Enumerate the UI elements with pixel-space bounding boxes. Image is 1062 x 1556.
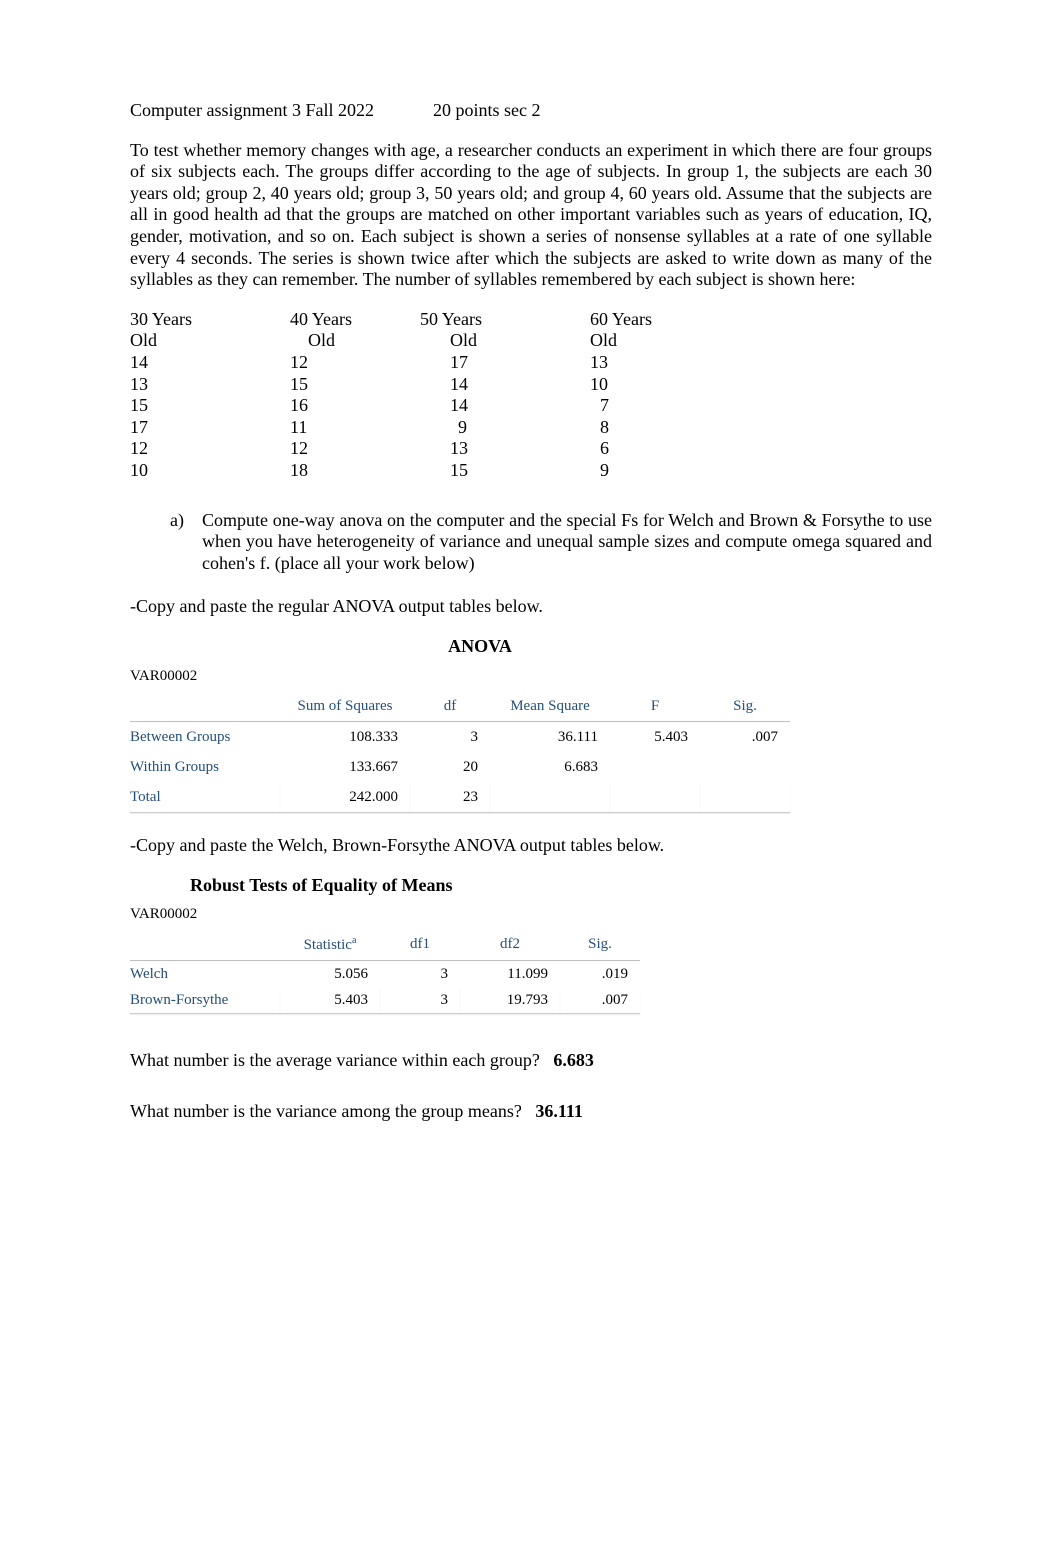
col-header: 50 Years	[420, 309, 590, 331]
col-header	[130, 929, 280, 961]
col-header: Old	[130, 330, 290, 352]
answer-value: 6.683	[553, 1050, 594, 1070]
document-title: Computer assignment 3 Fall 2022 20 point…	[130, 100, 932, 122]
question-a-text: Compute one-way anova on the computer an…	[202, 510, 932, 575]
anova-heading: ANOVA	[130, 636, 830, 658]
list-marker: a)	[170, 510, 202, 575]
table-row: 14121713	[130, 352, 710, 374]
question-1: What number is the average variance with…	[130, 1050, 932, 1072]
intro-paragraph: To test whether memory changes with age,…	[130, 140, 932, 291]
col-header: Old	[420, 330, 590, 352]
robust-table: Statistica df1 df2 Sig. Welch 5.056 3 11…	[130, 929, 640, 1014]
col-header: Old	[590, 330, 710, 352]
raw-data-table: 30 Years 40 Years 50 Years 60 Years Old …	[130, 309, 710, 482]
anova-var-label: VAR00002	[130, 667, 932, 685]
col-header	[130, 691, 280, 722]
col-header: df1	[380, 929, 460, 961]
col-header: df	[410, 691, 490, 722]
title-left: Computer assignment 3 Fall 2022	[130, 100, 374, 120]
instruction-1: -Copy and paste the regular ANOVA output…	[130, 596, 932, 618]
table-row: Welch 5.056 3 11.099 .019	[130, 961, 640, 987]
col-header: Old	[290, 330, 420, 352]
col-header: Sum of Squares	[280, 691, 410, 722]
col-header: Statistica	[280, 929, 380, 961]
col-header: 40 Years	[290, 309, 420, 331]
col-header: 30 Years	[130, 309, 290, 331]
table-row: 1212136	[130, 438, 710, 460]
table-row: Between Groups 108.333 3 36.111 5.403 .0…	[130, 722, 790, 752]
robust-heading: Robust Tests of Equality of Means	[190, 875, 932, 897]
table-row: Within Groups 133.667 20 6.683	[130, 752, 790, 782]
col-header: Mean Square	[490, 691, 610, 722]
question-a: a) Compute one-way anova on the computer…	[170, 510, 932, 575]
col-header: Sig.	[560, 929, 640, 961]
question-2: What number is the variance among the gr…	[130, 1101, 932, 1123]
title-right: 20 points sec 2	[433, 100, 541, 120]
table-row: 1018159	[130, 460, 710, 482]
table-row: Total 242.000 23	[130, 782, 790, 813]
col-header: F	[610, 691, 700, 722]
table-row: 171198	[130, 417, 710, 439]
table-row: 1516147	[130, 395, 710, 417]
col-header: Sig.	[700, 691, 790, 722]
table-row: Brown-Forsythe 5.403 3 19.793 .007	[130, 987, 640, 1014]
table-row: 13151410	[130, 374, 710, 396]
anova-table: Sum of Squares df Mean Square F Sig. Bet…	[130, 691, 790, 813]
question-text: What number is the average variance with…	[130, 1050, 540, 1070]
question-text: What number is the variance among the gr…	[130, 1101, 522, 1121]
robust-var-label: VAR00002	[130, 905, 932, 923]
col-header: 60 Years	[590, 309, 710, 331]
col-header: df2	[460, 929, 560, 961]
instruction-2: -Copy and paste the Welch, Brown-Forsyth…	[130, 835, 932, 857]
answer-value: 36.111	[535, 1101, 583, 1121]
